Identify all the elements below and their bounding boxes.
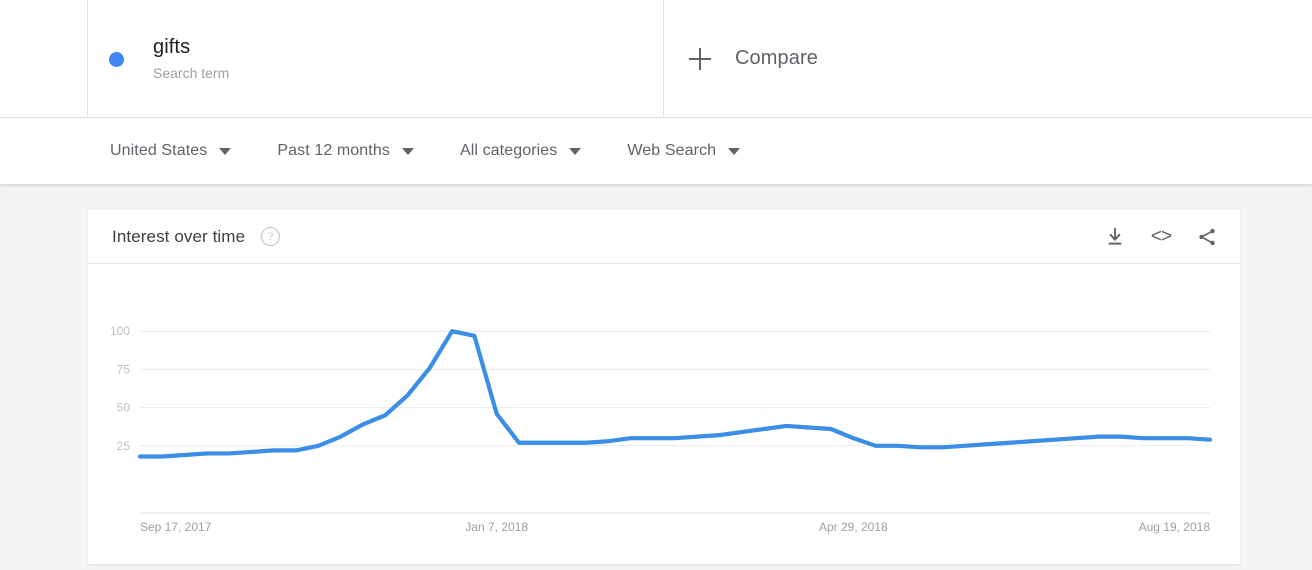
- y-axis-tick-label: 25: [117, 439, 131, 453]
- search-term-title: gifts: [153, 35, 191, 58]
- filter-bar: United States Past 12 months All categor…: [0, 118, 1312, 184]
- card-actions: <>: [1103, 225, 1219, 249]
- filter-search-type-label: Web Search: [627, 142, 717, 159]
- add-comparison-button[interactable]: Compare: [664, 0, 1312, 117]
- page-title: Interest over time: [112, 226, 246, 246]
- chevron-down-icon: [728, 147, 741, 155]
- search-term-subtitle: Search term: [153, 64, 230, 81]
- trends-line-chart: 25 50 75 100 Sep 17, 2017 Jan 7, 2018 Apr 29, …: [110, 324, 1213, 534]
- filter-time-range-label: Past 12 months: [277, 142, 390, 159]
- chevron-down-icon: [219, 147, 232, 155]
- interest-over-time-card: Interest over time ? <> 25 50 75 100 Sep…: [88, 210, 1240, 564]
- filter-location-label: United States: [110, 142, 208, 159]
- y-axis-tick-label: 50: [117, 401, 131, 415]
- x-axis-tick-label: Apr 29, 2018: [819, 520, 888, 534]
- card-header: Interest over time ? <>: [88, 210, 1240, 264]
- download-icon[interactable]: [1103, 225, 1127, 249]
- filter-category-label: All categories: [459, 142, 558, 159]
- chevron-down-icon: [401, 147, 414, 155]
- filter-location[interactable]: United States: [110, 142, 232, 160]
- y-axis-tick-label: 75: [117, 362, 131, 376]
- legend-dot: [109, 52, 124, 67]
- x-axis-tick-label: Aug 19, 2018: [1139, 520, 1211, 534]
- share-icon[interactable]: [1195, 225, 1219, 249]
- compare-label: Compare: [735, 47, 818, 69]
- series-line-gifts: [137, 329, 1213, 459]
- filter-category[interactable]: All categories: [459, 142, 582, 160]
- filter-search-type[interactable]: Web Search: [627, 142, 741, 160]
- search-term-card[interactable]: gifts Search term: [88, 0, 664, 117]
- filter-time-range[interactable]: Past 12 months: [277, 142, 414, 160]
- plus-icon: [689, 47, 711, 70]
- embed-icon[interactable]: <>: [1149, 225, 1173, 249]
- search-term-bar: gifts Search term Compare: [0, 0, 1312, 118]
- interest-over-time-chart[interactable]: 25 50 75 100 Sep 17, 2017 Jan 7, 2018 Apr 29, …: [88, 264, 1240, 564]
- y-axis-tick-label: 100: [110, 324, 130, 338]
- x-axis-tick-label: Sep 17, 2017: [140, 520, 212, 534]
- chevron-down-icon: [569, 147, 582, 155]
- embed-glyph: <>: [1150, 225, 1172, 247]
- help-icon[interactable]: ?: [261, 227, 281, 246]
- term-bar-left-gutter: [0, 0, 88, 117]
- x-axis-tick-label: Jan 7, 2018: [465, 520, 528, 534]
